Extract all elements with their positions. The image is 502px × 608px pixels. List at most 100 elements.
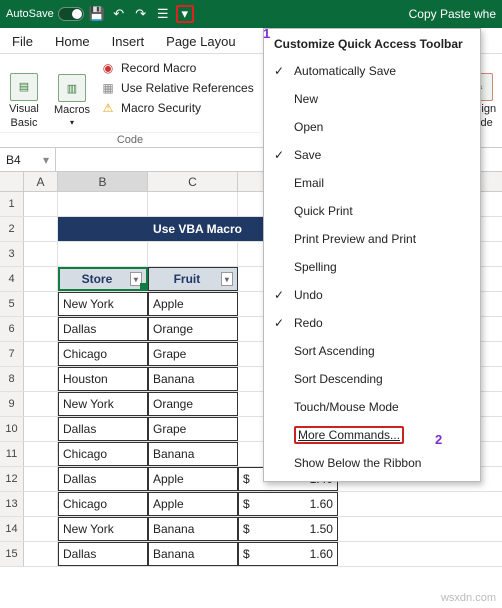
undo-icon[interactable]: ↶	[110, 5, 128, 23]
cell-price[interactable]: $1.60	[238, 542, 338, 566]
form-icon[interactable]: ☰	[154, 5, 172, 23]
cell[interactable]	[24, 242, 58, 266]
cell-store[interactable]: New York	[58, 292, 148, 316]
autosave-toggle[interactable]: AutoSave	[6, 7, 84, 21]
cell[interactable]	[58, 242, 148, 266]
row-header[interactable]: 8	[0, 367, 24, 391]
macros-icon: ▥	[58, 74, 86, 102]
cell-price[interactable]: $1.60	[238, 492, 338, 516]
cell[interactable]	[24, 517, 58, 541]
cell[interactable]	[148, 242, 238, 266]
menu-spelling[interactable]: Spelling	[264, 253, 480, 281]
table-header-fruit[interactable]: Fruit ▾	[148, 267, 238, 291]
menu-label: Save	[294, 148, 321, 162]
cell[interactable]	[24, 417, 58, 441]
cell-store[interactable]: New York	[58, 392, 148, 416]
cell-fruit[interactable]: Grape	[148, 417, 238, 441]
vb-label-1: Visual	[9, 103, 39, 115]
selection-handle[interactable]	[140, 283, 146, 289]
cell-fruit[interactable]: Grape	[148, 342, 238, 366]
table-header-store[interactable]: Store ▾	[58, 267, 148, 291]
macro-security-button[interactable]: ⚠ Macro Security	[100, 100, 254, 116]
tab-insert[interactable]: Insert	[110, 30, 147, 53]
cell-store[interactable]: Dallas	[58, 467, 148, 491]
cell[interactable]	[24, 442, 58, 466]
row-header[interactable]: 1	[0, 192, 24, 216]
cell-store[interactable]: New York	[58, 517, 148, 541]
filter-button[interactable]: ▾	[221, 272, 233, 286]
menu-show-below-ribbon[interactable]: Show Below the Ribbon	[264, 449, 480, 477]
cell[interactable]	[24, 492, 58, 516]
row-header[interactable]: 15	[0, 542, 24, 566]
save-icon[interactable]: 💾	[88, 5, 106, 23]
cell-store[interactable]: Dallas	[58, 317, 148, 341]
cell[interactable]	[24, 267, 58, 291]
cell[interactable]	[148, 192, 238, 216]
cell[interactable]	[24, 292, 58, 316]
row-header[interactable]: 6	[0, 317, 24, 341]
col-A[interactable]: A	[24, 172, 58, 191]
menu-new[interactable]: New	[264, 85, 480, 113]
menu-save[interactable]: ✓Save	[264, 141, 480, 169]
menu-more-commands[interactable]: More Commands...	[264, 421, 480, 449]
menu-autosave[interactable]: ✓Automatically Save	[264, 57, 480, 85]
menu-print-preview[interactable]: Print Preview and Print	[264, 225, 480, 253]
col-B[interactable]: B	[58, 172, 148, 191]
cell[interactable]	[24, 392, 58, 416]
cell-store[interactable]: Dallas	[58, 542, 148, 566]
tab-page-layout[interactable]: Page Layou	[164, 30, 237, 53]
cell[interactable]	[24, 192, 58, 216]
cell-fruit[interactable]: Banana	[148, 517, 238, 541]
menu-sort-asc[interactable]: Sort Ascending	[264, 337, 480, 365]
row-header[interactable]: 7	[0, 342, 24, 366]
tab-home[interactable]: Home	[53, 30, 92, 53]
cell-store[interactable]: Houston	[58, 367, 148, 391]
cell-fruit[interactable]: Banana	[148, 442, 238, 466]
col-C[interactable]: C	[148, 172, 238, 191]
menu-email[interactable]: Email	[264, 169, 480, 197]
row-header[interactable]: 9	[0, 392, 24, 416]
cell[interactable]	[24, 367, 58, 391]
menu-quick-print[interactable]: Quick Print	[264, 197, 480, 225]
cell[interactable]	[24, 317, 58, 341]
redo-icon[interactable]: ↷	[132, 5, 150, 23]
cell-fruit[interactable]: Banana	[148, 367, 238, 391]
row-header[interactable]: 4	[0, 267, 24, 291]
cell-store[interactable]: Dallas	[58, 417, 148, 441]
cell-store[interactable]: Chicago	[58, 342, 148, 366]
cell-fruit[interactable]: Orange	[148, 317, 238, 341]
row-header[interactable]: 3	[0, 242, 24, 266]
cell-fruit[interactable]: Apple	[148, 492, 238, 516]
select-all-corner[interactable]	[0, 172, 24, 191]
row-header[interactable]: 12	[0, 467, 24, 491]
cell[interactable]	[24, 342, 58, 366]
cell[interactable]	[24, 217, 58, 241]
row-header[interactable]: 5	[0, 292, 24, 316]
cell[interactable]	[58, 192, 148, 216]
menu-sort-desc[interactable]: Sort Descending	[264, 365, 480, 393]
cell-fruit[interactable]: Banana	[148, 542, 238, 566]
cell-fruit[interactable]: Orange	[148, 392, 238, 416]
tab-file[interactable]: File	[10, 30, 35, 53]
name-box[interactable]: B4 ▾	[0, 148, 56, 171]
customize-qat-dropdown[interactable]: ▾	[176, 5, 194, 23]
cell-fruit[interactable]: Apple	[148, 467, 238, 491]
menu-label: Sort Descending	[294, 372, 383, 386]
row-header[interactable]: 11	[0, 442, 24, 466]
row-header[interactable]: 13	[0, 492, 24, 516]
record-macro-button[interactable]: ◉ Record Macro	[100, 60, 254, 76]
cell-price[interactable]: $1.50	[238, 517, 338, 541]
row-header[interactable]: 10	[0, 417, 24, 441]
row-header[interactable]: 14	[0, 517, 24, 541]
menu-touch-mode[interactable]: Touch/Mouse Mode	[264, 393, 480, 421]
cell-store[interactable]: Chicago	[58, 492, 148, 516]
cell-fruit[interactable]: Apple	[148, 292, 238, 316]
menu-undo[interactable]: ✓Undo	[264, 281, 480, 309]
cell-store[interactable]: Chicago	[58, 442, 148, 466]
menu-open[interactable]: Open	[264, 113, 480, 141]
row-header[interactable]: 2	[0, 217, 24, 241]
cell[interactable]	[24, 467, 58, 491]
cell[interactable]	[24, 542, 58, 566]
menu-redo[interactable]: ✓Redo	[264, 309, 480, 337]
use-relative-refs-button[interactable]: ▦ Use Relative References	[100, 80, 254, 96]
